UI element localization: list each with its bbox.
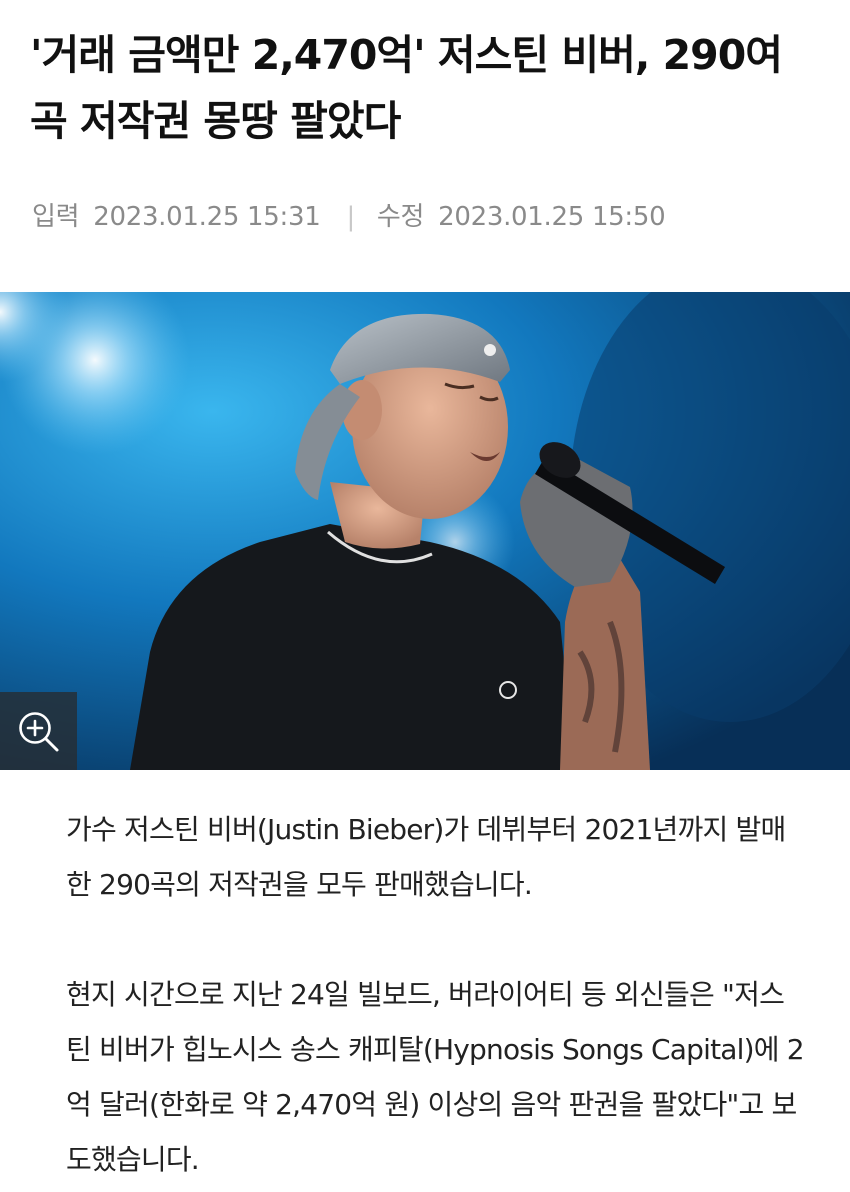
zoom-in-icon [19, 712, 59, 752]
concert-photo-illustration [0, 292, 850, 770]
article-body: 가수 저스틴 비버(Justin Bieber)가 데뷔부터 2021년까지 발… [66, 802, 806, 1187]
article-timestamps: 입력 2023.01.25 15:31 | 수정 2023.01.25 15:5… [32, 196, 666, 233]
article-paragraph-2: 현지 시간으로 지난 24일 빌보드, 버라이어티 등 외신들은 "저스틴 비버… [66, 978, 805, 1176]
article-photo[interactable] [0, 292, 850, 770]
edit-time: 2023.01.25 15:50 [438, 202, 666, 232]
input-label: 입력 [32, 202, 80, 232]
meta-separator: | [346, 202, 355, 232]
article-paragraph-1: 가수 저스틴 비버(Justin Bieber)가 데뷔부터 2021년까지 발… [66, 813, 786, 901]
edit-label: 수정 [376, 202, 425, 232]
zoom-in-button[interactable] [0, 692, 77, 770]
article-headline: '거래 금액만 2,470억' 저스틴 비버, 290여 곡 저작권 몽땅 팔았… [30, 31, 783, 145]
input-time: 2023.01.25 15:31 [93, 202, 321, 232]
